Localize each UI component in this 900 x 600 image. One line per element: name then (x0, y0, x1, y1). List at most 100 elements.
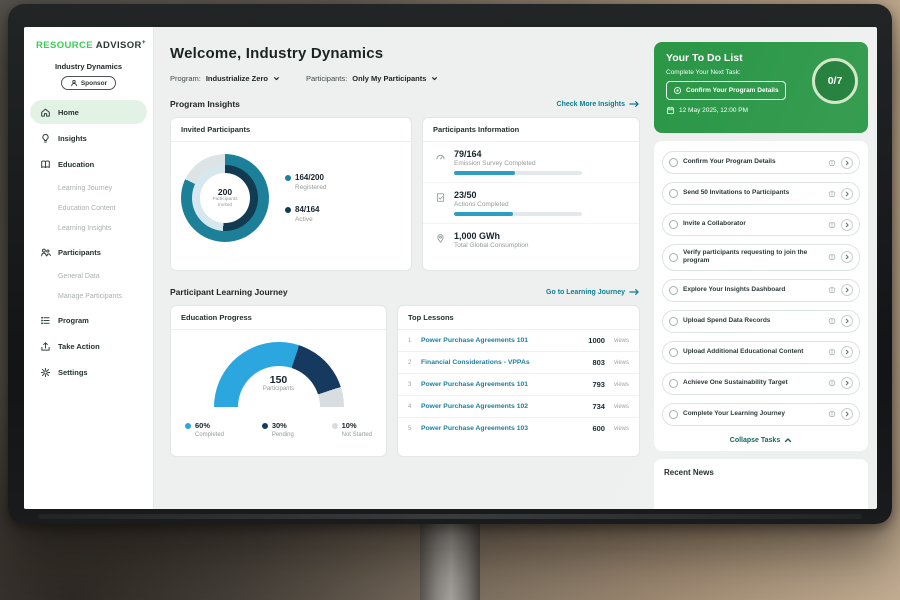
task-row[interactable]: Upload Spend Data Records (662, 310, 860, 333)
legend-label: Pending (272, 432, 294, 438)
sponsor-badge[interactable]: Sponsor (61, 76, 116, 90)
info-icon[interactable] (828, 379, 836, 387)
task-checkbox[interactable] (669, 253, 678, 262)
sidebar-nav: Home Insights Education Learning Journey… (24, 100, 153, 384)
program-dropdown[interactable]: Program: Industrialize Zero (170, 74, 280, 83)
chevron-right-icon[interactable] (841, 408, 853, 420)
lesson-link[interactable]: Power Purchase Agreements 103 (421, 425, 585, 432)
education-gauge-chart: 150 Participants (214, 342, 344, 407)
task-checkbox[interactable] (669, 286, 678, 295)
task-checkbox[interactable] (669, 317, 678, 326)
book-icon (40, 159, 51, 170)
info-icon[interactable] (828, 159, 836, 167)
gauge-center-label: Participants (214, 386, 344, 392)
task-row[interactable]: Explore Your Insights Dashboard (662, 279, 860, 302)
legend-value: 60% (195, 421, 210, 430)
learning-cards-row: Education Progress 150 Participants (170, 305, 640, 457)
sidebar-item-education[interactable]: Education (30, 152, 147, 176)
sidebar-item-settings[interactable]: Settings (30, 360, 147, 384)
lesson-views-label: views (614, 338, 629, 344)
go-to-learning-journey-link[interactable]: Go to Learning Journey (546, 288, 640, 296)
sidebar-item-learning-journey[interactable]: Learning Journey (24, 178, 153, 198)
sidebar-subitem-label: General Data (58, 273, 100, 280)
legend-item: 60% Completed (185, 421, 224, 438)
program-filter-value: Industrialize Zero (206, 74, 268, 83)
info-icon[interactable] (828, 190, 836, 198)
sidebar-item-education-content[interactable]: Education Content (24, 198, 153, 218)
task-checkbox[interactable] (669, 410, 678, 419)
chevron-right-icon[interactable] (841, 284, 853, 296)
legend-value: 84/164 (295, 205, 319, 214)
sidebar-item-home[interactable]: Home (30, 100, 147, 124)
chevron-down-icon (273, 75, 280, 82)
info-icon[interactable] (828, 348, 836, 356)
learning-journey-header: Participant Learning Journey Go to Learn… (170, 287, 640, 297)
gauge-legend: 60% Completed 30% Pending 10% Not Starte… (171, 421, 386, 438)
task-checkbox[interactable] (669, 158, 678, 167)
lesson-link[interactable]: Financial Considerations - VPPAs (421, 359, 585, 366)
stat-label: Actions Completed (454, 201, 582, 208)
section-title: Program Insights (170, 99, 240, 109)
chevron-right-icon[interactable] (841, 219, 853, 231)
lesson-views-label: views (614, 382, 629, 388)
chevron-right-icon[interactable] (841, 251, 853, 263)
task-checkbox[interactable] (669, 189, 678, 198)
lesson-views-label: views (614, 360, 629, 366)
due-date: 12 May 2025, 12:00 PM (679, 107, 748, 114)
lesson-views: 600 (592, 424, 605, 433)
sidebar-item-participants[interactable]: Participants (30, 240, 147, 264)
sidebar-item-take-action[interactable]: Take Action (30, 334, 147, 358)
stat-row: 79/164 Emission Survey Completed (423, 142, 639, 183)
check-more-insights-link[interactable]: Check More Insights (557, 100, 640, 108)
sidebar-item-label: Program (58, 316, 89, 325)
info-icon[interactable] (828, 286, 836, 294)
next-task-chip[interactable]: Confirm Your Program Details (666, 81, 786, 100)
insights-cards-row: Invited Participants 200 Participants In… (170, 117, 640, 271)
info-icon[interactable] (828, 317, 836, 325)
task-row[interactable]: Complete Your Learning Journey (662, 403, 860, 426)
task-checkbox[interactable] (669, 348, 678, 357)
info-icon[interactable] (828, 221, 836, 229)
task-row[interactable]: Confirm Your Program Details (662, 151, 860, 174)
donut-center: 200 Participants Invited (200, 173, 250, 223)
stat-row: 1,000 GWh Total Global Consumption (423, 224, 639, 256)
lesson-link[interactable]: Power Purchase Agreements 101 (421, 381, 585, 388)
todo-progress-ring: 0/7 (812, 58, 858, 104)
task-checkbox[interactable] (669, 220, 678, 229)
legend-value: 10% (342, 421, 357, 430)
sidebar-item-general-data[interactable]: General Data (24, 266, 153, 286)
lesson-link[interactable]: Power Purchase Agreements 102 (421, 403, 585, 410)
lesson-rank: 5 (408, 426, 414, 432)
sidebar-item-insights[interactable]: Insights (30, 126, 147, 150)
chevron-right-icon[interactable] (841, 377, 853, 389)
info-icon[interactable] (828, 253, 836, 261)
chevron-right-icon[interactable] (841, 346, 853, 358)
chevron-right-icon[interactable] (841, 315, 853, 327)
task-row[interactable]: Send 50 Invitations to Participants (662, 182, 860, 205)
collapse-tasks-link[interactable]: Collapse Tasks (662, 434, 860, 446)
list-icon (40, 315, 51, 326)
sidebar-item-manage-participants[interactable]: Manage Participants (24, 286, 153, 306)
todo-summary-card: Your To Do List Complete Your Next Task:… (654, 42, 868, 133)
lesson-rank: 3 (408, 382, 414, 388)
app-logo: RESOURCE ADVISOR+ (24, 27, 153, 51)
legend-item: 10% Not Started (332, 421, 372, 438)
lesson-rank: 1 (408, 338, 414, 344)
task-checkbox[interactable] (669, 379, 678, 388)
chevron-right-icon[interactable] (841, 157, 853, 169)
chevron-up-icon (784, 437, 792, 443)
task-row[interactable]: Verify participants requesting to join t… (662, 244, 860, 271)
legend-dot (262, 423, 268, 429)
info-icon[interactable] (828, 410, 836, 418)
task-row[interactable]: Achieve One Sustainability Target (662, 372, 860, 395)
chevron-right-icon[interactable] (841, 188, 853, 200)
monitor-bezel: RESOURCE ADVISOR+ Industry Dynamics Spon… (8, 4, 892, 524)
task-row[interactable]: Upload Additional Educational Content (662, 341, 860, 364)
lesson-link[interactable]: Power Purchase Agreements 101 (421, 337, 581, 344)
participants-dropdown[interactable]: Participants: Only My Participants (306, 74, 438, 83)
legend-dot (285, 207, 291, 213)
donut-center-value: 200 (218, 187, 232, 197)
task-row[interactable]: Invite a Collaborator (662, 213, 860, 236)
sidebar-item-program[interactable]: Program (30, 308, 147, 332)
sidebar-item-learning-insights[interactable]: Learning Insights (24, 218, 153, 238)
